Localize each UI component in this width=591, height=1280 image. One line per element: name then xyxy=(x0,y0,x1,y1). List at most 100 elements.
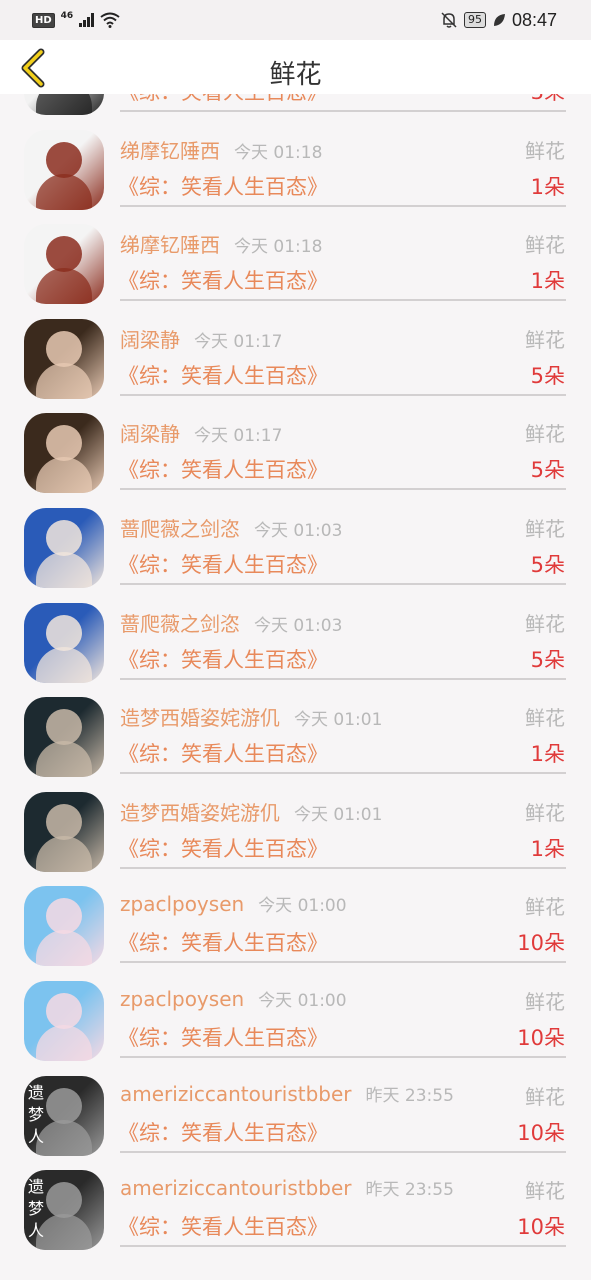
book-title[interactable]: 《综：笑看人生百态》 xyxy=(118,549,328,579)
avatar[interactable] xyxy=(24,791,104,872)
timestamp: 今天 01:01 xyxy=(294,710,383,731)
user-name-line[interactable]: ameriziccantouristbber 昨天 23:55 xyxy=(120,1175,454,1200)
flower-count: 10朵 xyxy=(517,931,565,956)
list-item[interactable]: 绨摩钇陲西 今天 01:18 鲜花 《综：笑看人生百态》 1朵 xyxy=(0,115,591,210)
book-title[interactable]: 《综：笑看人生百态》 xyxy=(118,94,328,106)
user-name[interactable]: 阔梁静 xyxy=(120,422,180,446)
divider xyxy=(120,866,566,869)
user-name[interactable]: ameriziccantouristbber xyxy=(120,1176,352,1200)
list-item[interactable]: 造梦西婚姿姹游仉 今天 01:01 鲜花 《综：笑看人生百态》 1朵 xyxy=(0,777,591,872)
nav-bar: 鲜花 xyxy=(0,40,591,94)
timestamp: 今天 01:18 xyxy=(234,237,323,258)
gift-type: 鲜花 xyxy=(525,138,565,163)
book-title[interactable]: 《综：笑看人生百态》 xyxy=(118,360,328,390)
gift-type: 鲜花 xyxy=(525,800,565,825)
user-name[interactable]: 阔梁静 xyxy=(120,328,180,352)
book-title[interactable]: 《综：笑看人生百态》 xyxy=(118,265,328,295)
gift-type: 鲜花 xyxy=(525,895,565,920)
divider xyxy=(120,1245,566,1248)
list-item[interactable]: 阔梁静 今天 01:17 鲜花 《综：笑看人生百态》 5朵 xyxy=(0,304,591,399)
divider xyxy=(120,582,566,585)
list-item[interactable]: 蔷爬薇之剑恣 今天 01:03 鲜花 《综：笑看人生百态》 5朵 xyxy=(0,588,591,683)
user-name[interactable]: zpaclpoysen xyxy=(120,892,244,916)
gift-type: 鲜花 xyxy=(525,989,565,1014)
flower-count: 10朵 xyxy=(517,1025,565,1050)
list-item[interactable]: 阔梁静 今天 01:17 鲜花 《综：笑看人生百态》 5朵 xyxy=(0,398,591,494)
avatar[interactable]: 遗梦人 xyxy=(24,1170,104,1251)
flower-count: 5朵 xyxy=(530,458,565,483)
avatar[interactable] xyxy=(24,507,104,588)
book-title[interactable]: 《综：笑看人生百态》 xyxy=(118,738,328,768)
divider xyxy=(120,488,566,491)
avatar-text: 遗梦人 xyxy=(28,1177,45,1241)
user-name-line[interactable]: 蔷爬薇之剑恣 今天 01:03 xyxy=(120,513,342,542)
avatar[interactable] xyxy=(24,602,104,683)
list-item[interactable]: zpaclpoysen 今天 01:00 鲜花 《综：笑看人生百态》 10朵 xyxy=(0,871,591,967)
timestamp: 今天 01:18 xyxy=(234,142,323,163)
book-title[interactable]: 《综：笑看人生百态》 xyxy=(118,1117,328,1147)
book-title[interactable]: 《综：笑看人生百态》 xyxy=(118,454,328,484)
user-name[interactable]: 绨摩钇陲西 xyxy=(120,139,220,163)
avatar[interactable] xyxy=(24,886,104,967)
timestamp: 今天 01:00 xyxy=(258,990,347,1011)
timestamp: 昨天 23:55 xyxy=(365,1085,454,1106)
user-name[interactable]: zpaclpoysen xyxy=(120,987,244,1011)
book-title[interactable]: 《综：笑看人生百态》 xyxy=(118,833,328,863)
user-name-line[interactable]: 绨摩钇陲西 今天 01:18 xyxy=(120,135,322,164)
avatar[interactable] xyxy=(24,318,104,399)
list-item[interactable]: 绨摩钇陲西 今天 01:18 鲜花 《综：笑看人生百态》 1朵 xyxy=(0,209,591,305)
timestamp: 今天 01:17 xyxy=(194,331,283,352)
avatar[interactable] xyxy=(24,94,104,115)
divider xyxy=(120,772,566,775)
mute-bell-icon xyxy=(441,12,457,28)
status-right: 95 08:47 xyxy=(440,10,557,31)
battery-icon: 95 xyxy=(463,12,486,28)
book-title[interactable]: 《综：笑看人生百态》 xyxy=(118,927,328,957)
book-title[interactable]: 《综：笑看人生百态》 xyxy=(118,644,328,674)
user-name[interactable]: 蔷爬薇之剑恣 xyxy=(120,612,240,636)
list-item[interactable]: 造梦西婚姿姹游仉 今天 01:01 鲜花 《综：笑看人生百态》 1朵 xyxy=(0,682,591,778)
book-title[interactable]: 《综：笑看人生百态》 xyxy=(118,1211,328,1241)
user-name-line[interactable]: 绨摩钇陲西 今天 01:18 xyxy=(120,229,322,258)
flower-count: 10朵 xyxy=(517,1120,565,1145)
divider xyxy=(120,677,566,680)
list-item[interactable]: 遗梦人 ameriziccantouristbber 昨天 23:55 鲜花 《综… xyxy=(0,1155,591,1251)
timestamp: 今天 01:17 xyxy=(194,426,283,447)
list-item[interactable]: zpaclpoysen 今天 01:00 鲜花 《综：笑看人生百态》 10朵 xyxy=(0,966,591,1061)
flower-count: 5朵 xyxy=(530,552,565,577)
avatar[interactable] xyxy=(24,980,104,1061)
book-title[interactable]: 《综：笑看人生百态》 xyxy=(118,1022,328,1052)
user-name[interactable]: 蔷爬薇之剑恣 xyxy=(120,517,240,541)
flower-record-list[interactable]: 《综：笑看人生百态》 3朵 绨摩钇陲西今天 01:18 鲜花 《综：笑看人生百态… xyxy=(0,94,591,1280)
gift-type: 鲜花 xyxy=(525,1084,565,1109)
avatar[interactable] xyxy=(24,224,104,305)
wifi-icon xyxy=(100,12,120,28)
user-name-line[interactable]: ameriziccantouristbber 昨天 23:55 xyxy=(120,1081,454,1106)
user-name-line[interactable]: 阔梁静 今天 01:17 xyxy=(120,418,282,447)
gift-type: 鲜花 xyxy=(525,327,565,352)
user-name-line[interactable]: 阔梁静 今天 01:17 xyxy=(120,324,282,353)
divider xyxy=(120,1055,566,1058)
avatar[interactable] xyxy=(24,129,104,210)
user-name[interactable]: 造梦西婚姿姹游仉 xyxy=(120,801,280,825)
list-item[interactable]: 《综：笑看人生百态》 3朵 xyxy=(0,94,591,115)
user-name-line[interactable]: 蔷爬薇之剑恣 今天 01:03 xyxy=(120,608,342,637)
book-title[interactable]: 《综：笑看人生百态》 xyxy=(118,171,328,201)
list-item[interactable]: 蔷爬薇之剑恣 今天 01:03 鲜花 《综：笑看人生百态》 5朵 xyxy=(0,493,591,588)
avatar[interactable] xyxy=(24,413,104,494)
avatar[interactable] xyxy=(24,697,104,778)
user-name-line[interactable]: 造梦西婚姿姹游仉 今天 01:01 xyxy=(120,797,382,826)
divider xyxy=(120,961,566,964)
hd-indicator: HD xyxy=(32,12,55,28)
flower-count: 1朵 xyxy=(530,174,565,199)
divider xyxy=(120,110,566,112)
gift-type: 鲜花 xyxy=(525,1179,565,1204)
user-name[interactable]: ameriziccantouristbber xyxy=(120,1082,352,1106)
user-name[interactable]: 绨摩钇陲西 xyxy=(120,233,220,257)
user-name-line[interactable]: zpaclpoysen 今天 01:00 xyxy=(120,891,347,916)
avatar[interactable]: 遗梦人 xyxy=(24,1075,104,1156)
user-name-line[interactable]: zpaclpoysen 今天 01:00 xyxy=(120,986,347,1011)
user-name[interactable]: 造梦西婚姿姹游仉 xyxy=(120,706,280,730)
list-item[interactable]: 遗梦人 ameriziccantouristbber 昨天 23:55 鲜花 《综… xyxy=(0,1061,591,1156)
user-name-line[interactable]: 造梦西婚姿姹游仉 今天 01:01 xyxy=(120,702,382,731)
